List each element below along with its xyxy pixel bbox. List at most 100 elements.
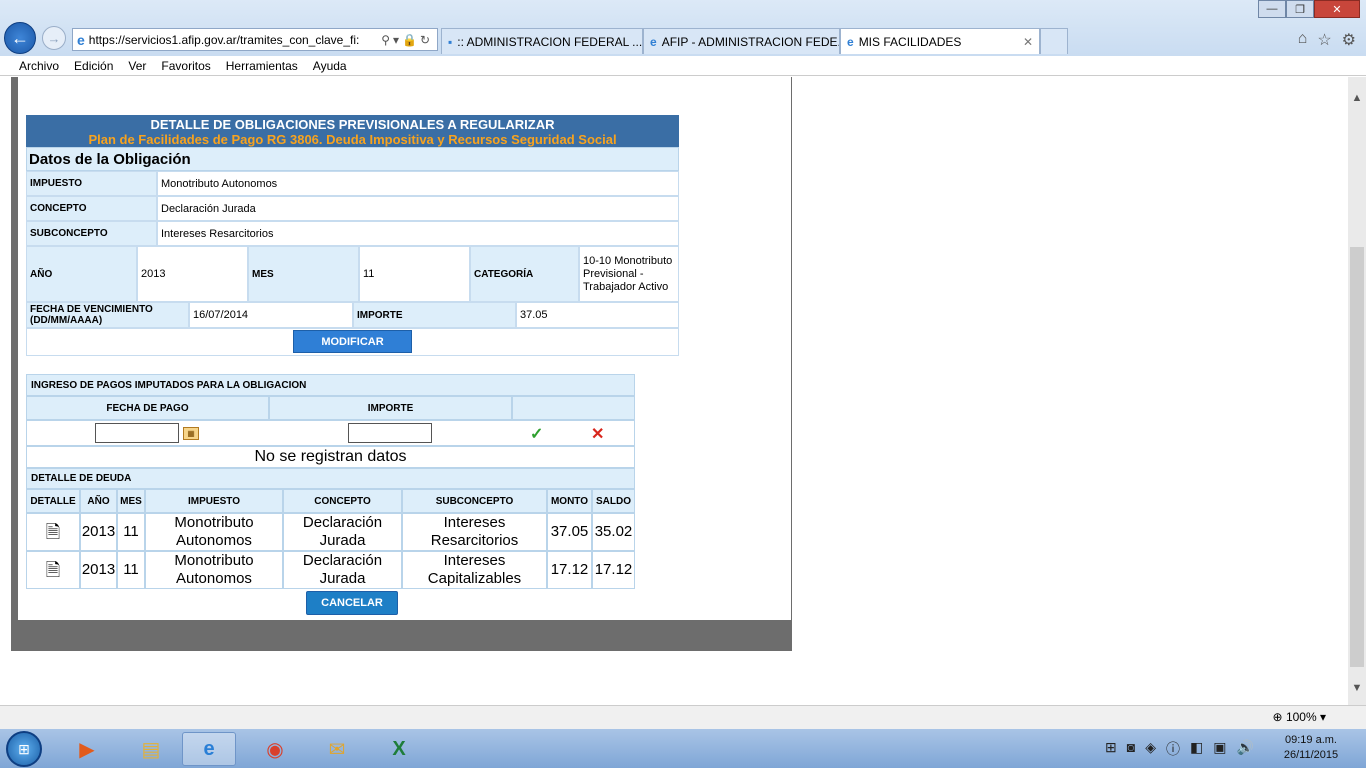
subconcepto-label: SUBCONCEPTO — [26, 221, 157, 246]
importe-pago-header: IMPORTE — [269, 396, 512, 420]
minimize-button[interactable]: — — [1258, 0, 1286, 18]
page-icon: ▪ — [448, 34, 453, 49]
cancelar-button[interactable]: CANCELAR — [306, 591, 398, 615]
arrow-left-icon: ← — [11, 27, 29, 48]
file-explorer-icon[interactable]: ▤ — [124, 732, 178, 766]
restore-button[interactable]: ❐ — [1286, 0, 1314, 18]
status-bar: ⊕ 100% ▾ — [0, 705, 1366, 729]
tab-administracion-federal[interactable]: ▪ :: ADMINISTRACION FEDERAL ... — [441, 28, 643, 54]
tab-afip[interactable]: e AFIP - ADMINISTRACION FEDE... — [643, 28, 840, 54]
row-anio: 2013 — [80, 513, 117, 551]
menu-ver[interactable]: Ver — [128, 59, 146, 73]
anio-value: 2013 — [137, 246, 248, 302]
row-mes: 11 — [117, 551, 145, 589]
cancel-x-icon[interactable]: ✕ — [591, 424, 604, 444]
page-header: DETALLE DE OBLIGACIONES PREVISIONALES A … — [26, 115, 679, 147]
home-icon[interactable]: ⌂ — [1298, 30, 1308, 50]
page-title: DETALLE DE OBLIGACIONES PREVISIONALES A … — [150, 117, 555, 132]
chrome-icon[interactable]: ◉ — [248, 732, 302, 766]
detalle-document-icon[interactable]: 🗎 — [26, 513, 80, 551]
col-monto: MONTO — [547, 489, 592, 513]
window-controls: — ❐ ✕ — [1258, 0, 1360, 18]
outlook-icon[interactable]: ✉ — [310, 732, 364, 766]
col-concepto: CONCEPTO — [283, 489, 402, 513]
row-impuesto: Monotributo Autonomos — [145, 551, 283, 589]
impuesto-label: IMPUESTO — [26, 171, 157, 196]
importe-label: IMPORTE — [353, 302, 516, 328]
vencimiento-label: FECHA DE VENCIMIENTO (DD/MM/AAAA) — [26, 302, 189, 328]
media-player-icon[interactable]: ▶ — [60, 732, 114, 766]
windows-flag-icon[interactable]: ⊞ — [1105, 739, 1117, 759]
row-mes: 11 — [117, 513, 145, 551]
scroll-down-icon[interactable]: ▼ — [1348, 679, 1366, 697]
row-monto: 37.05 — [547, 513, 592, 551]
col-saldo: SALDO — [592, 489, 635, 513]
url-text: https://servicios1.afip.gov.ar/tramites_… — [88, 32, 360, 47]
tab-mis-facilidades[interactable]: e MIS FACILIDADES ✕ — [840, 28, 1040, 54]
page-viewport: DETALLE DE OBLIGACIONES PREVISIONALES A … — [0, 77, 1366, 705]
concepto-value: Declaración Jurada — [157, 196, 679, 221]
page-subtitle: Plan de Facilidades de Pago RG 3806. Deu… — [88, 132, 617, 147]
favorites-star-icon[interactable]: ☆ — [1317, 30, 1331, 50]
address-bar[interactable]: e https://servicios1.afip.gov.ar/tramite… — [72, 28, 438, 51]
network-icon[interactable]: ▣ — [1213, 739, 1226, 759]
vertical-scrollbar[interactable]: ▲ ▼ — [1348, 77, 1366, 705]
row-subconcepto: Intereses Capitalizables — [402, 551, 547, 589]
col-subconcepto: SUBCONCEPTO — [402, 489, 547, 513]
col-mes: MES — [117, 489, 145, 513]
close-window-button[interactable]: ✕ — [1314, 0, 1360, 18]
ie-icon: e — [847, 34, 854, 49]
network-tray-icon[interactable]: ◙ — [1127, 739, 1135, 759]
row-saldo: 17.12 — [592, 551, 635, 589]
forward-button[interactable]: → — [42, 26, 66, 50]
categoria-value: 10-10 Monotributo Previsional - Trabajad… — [579, 246, 679, 302]
menu-edicion[interactable]: Edición — [74, 59, 113, 73]
menu-favoritos[interactable]: Favoritos — [161, 59, 210, 73]
datos-heading: Datos de la Obligación — [26, 147, 679, 171]
taskbar: ⊞ ▶ ▤ e ◉ ✉ X ⊞ ◙ ◈ ⓘ ◧ ▣ 🔊 09:19 a.m. 2… — [0, 729, 1366, 768]
detalle-document-icon[interactable]: 🗎 — [26, 551, 80, 589]
settings-gear-icon[interactable]: ⚙ — [1342, 30, 1356, 50]
address-tools[interactable]: ⚲▾🔒↻ — [381, 33, 437, 47]
menu-archivo[interactable]: Archivo — [19, 59, 59, 73]
modificar-button[interactable]: MODIFICAR — [293, 330, 412, 353]
categoria-label: CATEGORÍA — [470, 246, 579, 302]
system-tray: ⊞ ◙ ◈ ⓘ ◧ ▣ 🔊 — [1105, 739, 1254, 759]
scroll-up-icon[interactable]: ▲ — [1348, 89, 1366, 107]
row-saldo: 35.02 — [592, 513, 635, 551]
menu-herramientas[interactable]: Herramientas — [226, 59, 298, 73]
zoom-icon: ⊕ — [1272, 710, 1283, 724]
system-clock[interactable]: 09:19 a.m. 26/11/2015 — [1276, 733, 1346, 763]
calendar-icon[interactable]: ▦ — [183, 427, 199, 440]
scroll-thumb[interactable] — [1350, 247, 1364, 667]
clock-date: 26/11/2015 — [1283, 749, 1339, 761]
close-tab-icon[interactable]: ✕ — [1023, 35, 1033, 49]
confirm-check-icon[interactable]: ✓ — [530, 424, 543, 444]
zoom-control[interactable]: ⊕ 100% ▾ — [1273, 710, 1326, 724]
fecha-pago-header: FECHA DE PAGO — [26, 396, 269, 420]
col-impuesto: IMPUESTO — [145, 489, 283, 513]
pdf-tray-icon[interactable]: ◧ — [1190, 739, 1203, 759]
subconcepto-value: Intereses Resarcitorios — [157, 221, 679, 246]
menu-bar: Archivo Edición Ver Favoritos Herramient… — [0, 56, 1366, 76]
importe-pago-input[interactable] — [348, 423, 432, 443]
col-detalle: DETALLE — [26, 489, 80, 513]
acciones-header — [512, 396, 635, 420]
anio-label: AÑO — [26, 246, 137, 302]
row-concepto: Declaración Jurada — [283, 551, 402, 589]
clock-time: 09:19 a.m. — [1285, 734, 1337, 746]
app-tray-icon[interactable]: ◈ — [1145, 739, 1156, 759]
menu-ayuda[interactable]: Ayuda — [313, 59, 347, 73]
fecha-pago-input[interactable] — [95, 423, 179, 443]
info-icon[interactable]: ⓘ — [1166, 739, 1180, 759]
windows-start-icon[interactable]: ⊞ — [6, 731, 42, 767]
volume-icon[interactable]: 🔊 — [1236, 739, 1253, 759]
excel-icon[interactable]: X — [372, 732, 426, 766]
new-tab-button[interactable] — [1040, 28, 1068, 54]
back-button[interactable]: ← — [4, 22, 36, 54]
impuesto-value: Monotributo Autonomos — [157, 171, 679, 196]
internet-explorer-icon[interactable]: e — [182, 732, 236, 766]
row-monto: 17.12 — [547, 551, 592, 589]
mes-value: 11 — [359, 246, 470, 302]
row-anio: 2013 — [80, 551, 117, 589]
